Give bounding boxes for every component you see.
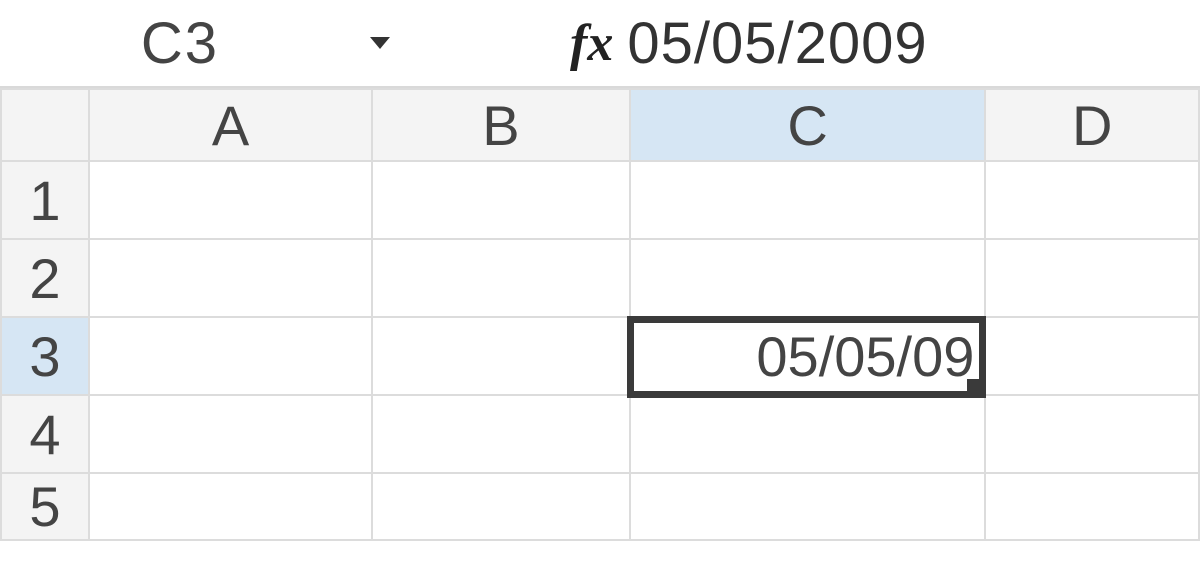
cell-C5[interactable] xyxy=(630,473,986,540)
row-header-1[interactable]: 1 xyxy=(1,161,89,239)
cell-D2[interactable] xyxy=(985,239,1199,317)
cell-A2[interactable] xyxy=(89,239,372,317)
cell-D1[interactable] xyxy=(985,161,1199,239)
cell-C2[interactable] xyxy=(630,239,986,317)
chevron-down-icon xyxy=(368,34,392,52)
row-header-5[interactable]: 5 xyxy=(1,473,89,540)
column-header-D[interactable]: D xyxy=(985,89,1199,161)
formula-input[interactable]: 05/05/2009 xyxy=(627,10,927,77)
column-header-C[interactable]: C xyxy=(630,89,986,161)
formula-bar: C3 fx 05/05/2009 xyxy=(0,0,1200,86)
cell-B1[interactable] xyxy=(372,161,629,239)
cell-D4[interactable] xyxy=(985,395,1199,473)
select-all-corner[interactable] xyxy=(1,89,89,161)
column-header-A[interactable]: A xyxy=(89,89,372,161)
cell-A1[interactable] xyxy=(89,161,372,239)
cell-D5[interactable] xyxy=(985,473,1199,540)
cell-B5[interactable] xyxy=(372,473,629,540)
fx-icon[interactable]: fx xyxy=(570,14,613,73)
sheet-table: A B C D 1 2 3 xyxy=(0,88,1200,541)
row-header-4[interactable]: 4 xyxy=(1,395,89,473)
cell-A5[interactable] xyxy=(89,473,372,540)
spreadsheet-grid: A B C D 1 2 3 xyxy=(0,86,1200,541)
row-header-3[interactable]: 3 xyxy=(1,317,89,395)
cell-B4[interactable] xyxy=(372,395,629,473)
cell-D3[interactable] xyxy=(985,317,1199,395)
cell-A3[interactable] xyxy=(89,317,372,395)
row-header-2[interactable]: 2 xyxy=(1,239,89,317)
cell-C4[interactable] xyxy=(630,395,986,473)
name-box[interactable]: C3 xyxy=(20,8,340,79)
cell-B2[interactable] xyxy=(372,239,629,317)
formula-area: fx 05/05/2009 xyxy=(570,10,928,77)
cell-C1[interactable] xyxy=(630,161,986,239)
name-box-dropdown[interactable] xyxy=(340,34,420,52)
column-header-B[interactable]: B xyxy=(372,89,629,161)
cell-C3[interactable]: 05/05/09 xyxy=(630,317,986,395)
cell-B3[interactable] xyxy=(372,317,629,395)
cell-A4[interactable] xyxy=(89,395,372,473)
